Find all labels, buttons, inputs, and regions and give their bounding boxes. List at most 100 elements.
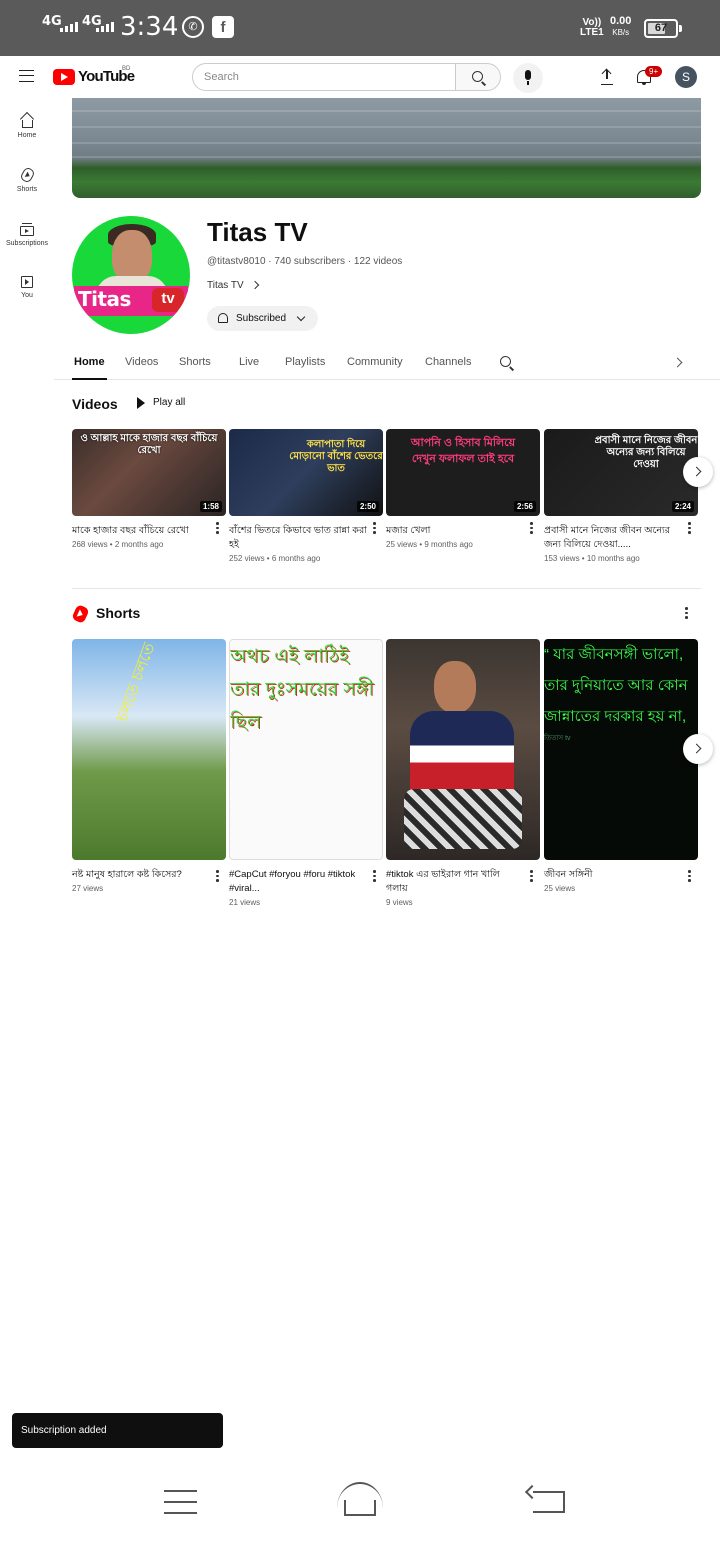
channel-avatar[interactable]: Titas tv: [72, 216, 190, 334]
tab-community[interactable]: Community: [347, 356, 403, 368]
notification-badge: 9+: [645, 66, 663, 77]
tab-home[interactable]: Home: [74, 356, 105, 368]
thumbnail-text: চলতে চলতে: [114, 640, 159, 725]
network-type-1: 4G: [42, 14, 62, 29]
recent-apps-icon[interactable]: [164, 1490, 197, 1514]
play-all-label: Play all: [153, 397, 186, 408]
tab-videos[interactable]: Videos: [125, 356, 158, 368]
signal-icon: [60, 22, 78, 32]
short-card[interactable]: অথচ এই লাঠিই তার দুঃসময়ের সঙ্গী ছিল #Ca…: [229, 639, 383, 907]
more-options-icon[interactable]: [530, 870, 533, 883]
side-nav-you[interactable]: You: [0, 276, 54, 299]
channel-about-link[interactable]: Titas TV: [207, 280, 259, 291]
short-card[interactable]: “ যার জীবনসঙ্গী ভালো, তার দুনিয়াতে আর ক…: [544, 639, 698, 893]
more-options-icon[interactable]: [688, 522, 691, 535]
short-meta: 21 views: [229, 898, 261, 907]
thumbnail-text: অথচ এই লাঠিই তার দুঃসময়ের সঙ্গী ছিল: [230, 646, 374, 733]
short-meta: 25 views: [544, 884, 576, 893]
shorts-icon: [18, 166, 36, 184]
channel-banner: [72, 98, 701, 198]
video-thumbnail[interactable]: আপনি ও হিসাব মিলিয়ে দেখুন ফলাফল তাই হবে…: [386, 429, 540, 516]
side-nav-label: Shorts: [16, 186, 38, 193]
person-shirt: [410, 711, 514, 797]
voice-search-button[interactable]: [513, 63, 543, 93]
video-duration: 2:56: [513, 501, 536, 512]
shorts-next-button[interactable]: [683, 734, 713, 764]
side-nav-label: You: [21, 292, 33, 299]
chevron-right-icon[interactable]: [672, 357, 683, 368]
thumbnail-text: “ যার জীবনসঙ্গী ভালো, তার দুনিয়াতে আর ক…: [544, 646, 688, 725]
video-card[interactable]: আপনি ও হিসাব মিলিয়ে দেখুন ফলাফল তাই হবে…: [386, 429, 540, 549]
thumbnail-watermark: তিতাস tv: [544, 735, 571, 742]
short-title[interactable]: জীবন সঙ্গিনী: [544, 868, 682, 882]
more-options-icon[interactable]: [216, 870, 219, 883]
short-thumbnail[interactable]: [386, 639, 540, 860]
video-duration: 2:24: [671, 501, 694, 512]
video-title[interactable]: মাকে হাজার বছর বাঁচিয়ে রেখো: [72, 524, 210, 538]
video-title[interactable]: বাঁশের ভিতরে কিভাবে ভাত রান্না করা হই: [229, 524, 367, 552]
speed-unit: KB/s: [612, 28, 630, 37]
speed-value: 0.00: [610, 15, 632, 27]
channel-link-label: Titas TV: [207, 280, 244, 291]
snackbar-toast: Subscription added: [12, 1413, 223, 1448]
subscribed-button[interactable]: Subscribed: [207, 306, 318, 331]
side-nav-subscriptions[interactable]: Subscriptions: [0, 222, 54, 247]
search-button[interactable]: [455, 63, 501, 91]
whatsapp-icon: ✆: [182, 16, 204, 38]
short-thumbnail[interactable]: চলতে চলতে: [72, 639, 226, 860]
side-nav-label: Home: [17, 132, 37, 139]
short-title[interactable]: #CapCut #foryou #foru #tiktok #viral...: [229, 868, 367, 896]
more-options-icon[interactable]: [373, 870, 376, 883]
thumbnail-text: ও আল্লাহ মাকে হাজার বছর বাঁচিয়ে রেখো: [80, 433, 218, 456]
home-button-icon[interactable]: [337, 1482, 383, 1516]
more-options-icon[interactable]: [216, 522, 219, 535]
tab-playlists[interactable]: Playlists: [285, 356, 325, 368]
shorts-logo-icon: [71, 604, 90, 624]
short-thumbnail[interactable]: অথচ এই লাঠিই তার দুঃসময়ের সঙ্গী ছিল: [229, 639, 383, 860]
play-all-button[interactable]: Play all: [135, 397, 186, 409]
more-options-icon[interactable]: [688, 870, 691, 883]
video-card[interactable]: কলাপাতা দিয়ে মোড়ানো বাঁশের ভেতরে ভাত 2…: [229, 429, 383, 563]
video-title[interactable]: প্রবাসী মানে নিজের জীবন অন্যের জন্য বিলি…: [544, 524, 682, 552]
upload-icon-base: [601, 84, 613, 85]
more-options-icon[interactable]: [530, 522, 533, 535]
channel-meta: @titastv8010 · 740 subscribers · 122 vid…: [207, 256, 403, 267]
library-icon: [21, 276, 33, 288]
short-title[interactable]: #tiktok এর ভাইরাল গান খালি গলায়: [386, 868, 524, 896]
video-thumbnail[interactable]: প্রবাসী মানে নিজের জীবন অন্যের জন্য বিলি…: [544, 429, 698, 516]
menu-icon[interactable]: [19, 70, 34, 82]
short-card[interactable]: চলতে চলতে নষ্ট মানুষ হারালে কষ্ট কিসের? …: [72, 639, 226, 893]
search-input[interactable]: Search: [192, 63, 456, 91]
avatar-text: Titas: [78, 287, 131, 311]
back-icon[interactable]: [533, 1491, 565, 1513]
short-title[interactable]: নষ্ট মানুষ হারালে কষ্ট কিসের?: [72, 868, 210, 882]
upload-icon[interactable]: [600, 69, 614, 83]
account-avatar[interactable]: S: [675, 66, 697, 88]
chevron-down-icon: [296, 312, 306, 322]
side-nav-label: Subscriptions: [5, 240, 49, 247]
video-title[interactable]: মজার খেলা: [386, 524, 524, 538]
more-options-icon[interactable]: [685, 607, 688, 620]
video-card[interactable]: প্রবাসী মানে নিজের জীবন অন্যের জন্য বিলি…: [544, 429, 698, 563]
home-icon: [21, 120, 33, 128]
video-thumbnail[interactable]: কলাপাতা দিয়ে মোড়ানো বাঁশের ভেতরে ভাত 2…: [229, 429, 383, 516]
clock: 3:34: [120, 12, 179, 42]
tab-shorts[interactable]: Shorts: [179, 356, 211, 368]
avatar-tv-badge: tv: [152, 288, 184, 312]
short-meta: 9 views: [386, 898, 413, 907]
search-icon[interactable]: [500, 356, 511, 367]
side-nav-home[interactable]: Home: [0, 114, 54, 139]
active-tab-indicator: [72, 378, 107, 380]
short-card[interactable]: #tiktok এর ভাইরাল গান খালি গলায় 9 views: [386, 639, 540, 907]
video-thumbnail[interactable]: ও আল্লাহ মাকে হাজার বছর বাঁচিয়ে রেখো 1:…: [72, 429, 226, 516]
video-meta: 252 views • 6 months ago: [229, 554, 321, 563]
more-options-icon[interactable]: [373, 522, 376, 535]
network-speed: 0.00 KB/s: [610, 16, 631, 38]
video-card[interactable]: ও আল্লাহ মাকে হাজার বছর বাঁচিয়ে রেখো 1:…: [72, 429, 226, 549]
tab-channels[interactable]: Channels: [425, 356, 471, 368]
videos-next-button[interactable]: [683, 457, 713, 487]
short-thumbnail[interactable]: “ যার জীবনসঙ্গী ভালো, তার দুনিয়াতে আর ক…: [544, 639, 698, 860]
tab-live[interactable]: Live: [239, 356, 259, 368]
side-nav-shorts[interactable]: Shorts: [0, 166, 54, 193]
thumbnail-text: প্রবাসী মানে নিজের জীবন অন্যের জন্য বিলি…: [594, 435, 698, 470]
